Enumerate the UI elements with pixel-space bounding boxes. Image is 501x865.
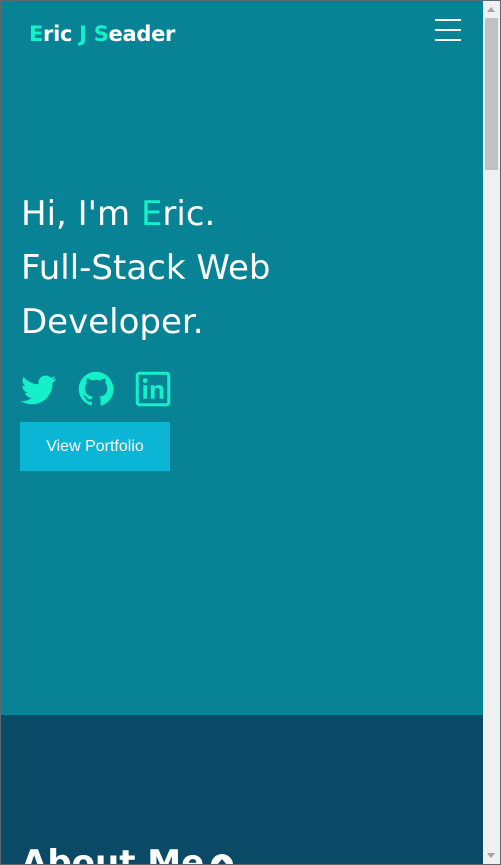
scroll-thumb[interactable] [485, 18, 498, 170]
menu-bar [435, 19, 461, 21]
greeting-prefix: Hi, I'm [21, 194, 141, 234]
hamburger-menu-icon[interactable] [435, 19, 461, 41]
menu-bar [435, 39, 461, 41]
hero-section: Eric J Seader Hi, I'm Eric. Full-Stack W… [1, 1, 483, 715]
twitter-icon [21, 375, 57, 405]
twitter-link[interactable] [21, 371, 57, 407]
linkedin-icon [135, 371, 171, 407]
brand-logo[interactable]: Eric J Seader [29, 22, 175, 46]
browser-frame: Eric J Seader Hi, I'm Eric. Full-Stack W… [0, 0, 501, 865]
scroll-up-arrow-icon[interactable] [487, 7, 495, 12]
hero-headline: Hi, I'm Eric. Full-Stack Web Developer. [21, 187, 381, 349]
name-initial: E [140, 194, 163, 234]
about-section: About Me [1, 715, 483, 865]
brand-text [87, 22, 94, 46]
brand-letter: S [93, 22, 109, 46]
brand-letter: E [29, 22, 44, 46]
view-portfolio-button[interactable]: View Portfolio [20, 422, 170, 471]
github-link[interactable] [78, 371, 114, 407]
brand-text: eader [108, 22, 176, 46]
title-line-1: Full-Stack Web [21, 248, 271, 288]
brand-text: ric [43, 22, 80, 46]
name-rest: ric. [162, 194, 216, 234]
greeting-line: Hi, I'm Eric. [21, 187, 381, 241]
linkedin-link[interactable] [135, 371, 171, 407]
scroll-down-arrow-icon[interactable] [487, 853, 495, 858]
title-line-2: Developer. [21, 302, 204, 342]
github-icon [78, 371, 114, 406]
vertical-scrollbar[interactable] [483, 1, 500, 864]
about-title-text: About Me [21, 843, 205, 865]
menu-bar [435, 29, 461, 31]
page-viewport: Eric J Seader Hi, I'm Eric. Full-Stack W… [1, 1, 483, 865]
brand-letter: J [79, 22, 87, 46]
about-heading: About Me [21, 843, 234, 865]
arrow-up-circle-icon[interactable] [210, 853, 234, 865]
